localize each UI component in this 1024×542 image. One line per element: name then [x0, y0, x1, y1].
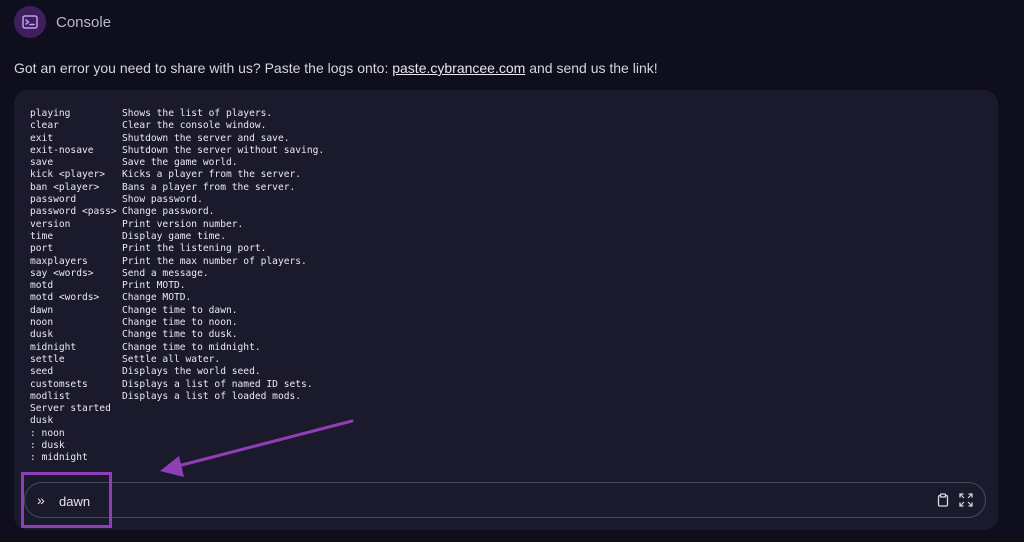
notice-prefix: Got an error you need to share with us? …: [14, 60, 393, 76]
log-line: dusk Change time to dusk.: [30, 329, 324, 341]
log-description: Clear the console window.: [122, 120, 267, 132]
log-description: Change time to noon.: [122, 317, 238, 329]
command-input[interactable]: [57, 490, 921, 512]
log-line: password Show password.: [30, 194, 324, 206]
log-line: midnight Change time to midnight.: [30, 342, 324, 354]
log-output-line: : midnight: [30, 452, 88, 464]
log-description: Kicks a player from the server.: [122, 169, 302, 181]
command-input-bar: »: [24, 482, 986, 518]
log-line: settle Settle all water.: [30, 354, 324, 366]
log-description: Print the max number of players.: [122, 255, 307, 267]
log-description: Shutdown the server without saving.: [122, 144, 325, 156]
log-output-line: : noon: [30, 427, 65, 439]
log-description: Print version number.: [122, 218, 244, 230]
log-description: Change time to midnight.: [122, 341, 261, 353]
log-description: Send a message.: [122, 267, 209, 279]
log-command: seed: [30, 366, 54, 378]
log-line: clear Clear the console window.: [30, 120, 324, 132]
log-line: version Print version number.: [30, 219, 324, 231]
log-command: exit: [30, 132, 54, 144]
log-command: version: [30, 218, 71, 230]
log-command: exit-nosave: [30, 144, 94, 156]
log-description: Displays a list of named ID sets.: [122, 378, 313, 390]
log-line: seed Displays the world seed.: [30, 366, 324, 378]
console-log: playing Shows the list of players. clear Cl…: [30, 108, 324, 465]
terminal-icon: [14, 6, 46, 38]
log-command: clear: [30, 120, 59, 132]
log-line: password <pass> Change password.: [30, 206, 324, 218]
log-command: settle: [30, 353, 65, 365]
log-line: exit Shutdown the server and save.: [30, 133, 324, 145]
log-description: Shutdown the server and save.: [122, 132, 290, 144]
log-line: modlist Displays a list of loaded mods.: [30, 391, 324, 403]
log-command: ban <player>: [30, 181, 100, 193]
console-header: Console: [14, 6, 111, 38]
log-description: Change time to dawn.: [122, 304, 238, 316]
log-line: customsets Displays a list of named ID se…: [30, 379, 324, 391]
notice-suffix: and send us the link!: [525, 60, 658, 76]
log-command: midnight: [30, 341, 77, 353]
log-command: save: [30, 157, 54, 169]
log-line: motd <words> Change MOTD.: [30, 292, 324, 304]
log-output-line: : dusk: [30, 440, 65, 452]
log-output-line: dusk: [30, 415, 54, 427]
log-command: password: [30, 194, 77, 206]
log-description: Display game time.: [122, 230, 226, 242]
log-line: ban <player> Bans a player from the serve…: [30, 182, 324, 194]
chevrons-right-icon: »: [37, 492, 45, 508]
console-panel: playing Shows the list of players. clear Cl…: [14, 90, 998, 530]
log-description: Shows the list of players.: [122, 108, 273, 119]
log-line: say <words> Send a message.: [30, 268, 324, 280]
log-description: Displays the world seed.: [122, 366, 261, 378]
log-command: motd: [30, 280, 54, 292]
log-line: time Display game time.: [30, 231, 324, 243]
log-command: noon: [30, 317, 54, 329]
log-command: playing: [30, 108, 71, 119]
log-command: port: [30, 243, 54, 255]
log-line: port Print the listening port.: [30, 243, 324, 255]
log-line: save Save the game world.: [30, 157, 324, 169]
expand-icon[interactable]: [959, 493, 973, 507]
log-command: dawn: [30, 304, 54, 316]
log-output-line: Server started: [30, 403, 111, 415]
log-description: Change password.: [122, 206, 215, 218]
log-line: maxplayers Print the max number of player…: [30, 256, 324, 268]
paste-link[interactable]: paste.cybrancee.com: [392, 60, 525, 76]
log-command: modlist: [30, 390, 71, 402]
log-description: Displays a list of loaded mods.: [122, 390, 302, 402]
log-description: Change MOTD.: [122, 292, 192, 304]
log-line: noon Change time to noon.: [30, 317, 324, 329]
log-description: Print the listening port.: [122, 243, 267, 255]
log-description: Print MOTD.: [122, 280, 186, 292]
log-description: Show password.: [122, 194, 203, 206]
log-line: kick <player> Kicks a player from the ser…: [30, 169, 324, 181]
log-command: maxplayers: [30, 255, 88, 267]
log-command: time: [30, 230, 54, 242]
log-description: Change time to dusk.: [122, 329, 238, 341]
log-command: password <pass>: [30, 206, 117, 218]
log-line: playing Shows the list of players.: [30, 108, 324, 120]
log-line: dawn Change time to dawn.: [30, 305, 324, 317]
log-command: dusk: [30, 329, 54, 341]
log-command: kick <player>: [30, 169, 106, 181]
log-line: motd Print MOTD.: [30, 280, 324, 292]
page-title: Console: [56, 13, 112, 31]
log-description: Save the game world.: [122, 157, 238, 169]
log-line: exit-nosave Shutdown the server without s…: [30, 145, 324, 157]
share-logs-notice: Got an error you need to share with us? …: [14, 60, 658, 76]
log-command: customsets: [30, 378, 88, 390]
log-command: say <words>: [30, 267, 94, 279]
log-description: Bans a player from the server.: [122, 181, 296, 193]
log-command: motd <words>: [30, 292, 100, 304]
log-description: Settle all water.: [122, 353, 221, 365]
clipboard-icon[interactable]: [936, 493, 950, 507]
